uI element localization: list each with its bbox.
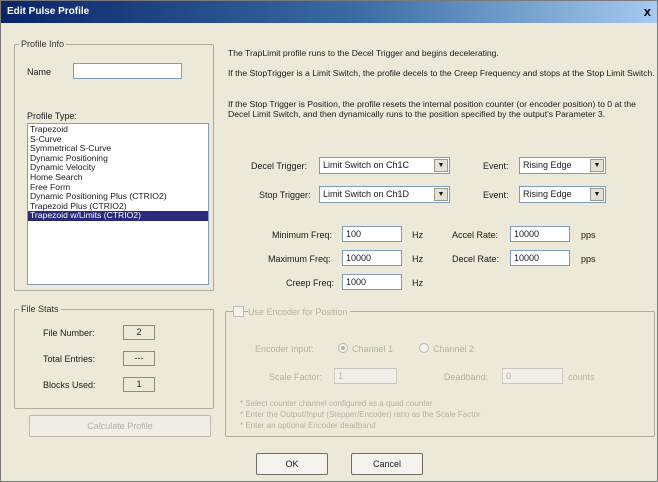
scale-factor-label: Scale Factor: [269,372,323,382]
max-freq-input[interactable]: 10000 [342,250,402,266]
decel-trigger-label: Decel Trigger: [251,161,308,171]
ok-button[interactable]: OK [256,453,328,475]
stop-event-label: Event: [483,190,509,200]
chevron-down-icon[interactable]: ▼ [434,159,448,172]
channel2-label: Channel 2 [433,344,475,354]
channel1-label: Channel 1 [352,344,394,354]
encoder-note-3: * Enter an optional Encoder deadband [240,421,376,430]
total-entries-value: --- [123,351,155,366]
decel-trigger-select[interactable]: Limit Switch on Ch1C ▼ [319,157,450,174]
creep-freq-label: Creep Freq: [286,278,335,288]
profile-info-legend: Profile Info [21,39,65,49]
encoder-note-1: * Select counter channel configured as a… [240,399,433,408]
min-freq-label: Minimum Freq: [272,230,333,240]
window-title: Edit Pulse Profile [7,6,90,17]
chevron-down-icon[interactable]: ▼ [434,188,448,201]
accel-rate-input[interactable]: 10000 [510,226,570,242]
name-input[interactable] [73,63,182,79]
title-bar[interactable]: Edit Pulse Profile x [1,1,657,23]
calculate-profile-button[interactable]: Calculate Profile [29,415,211,437]
scale-factor-input[interactable]: 1 [334,368,397,384]
decel-event-value: Rising Edge [523,160,572,170]
channel1-radio[interactable] [338,343,348,353]
decel-rate-unit: pps [581,254,596,264]
profile-type-label: Profile Type: [27,111,77,121]
chevron-down-icon[interactable]: ▼ [590,159,604,172]
stop-trigger-label: Stop Trigger: [259,190,311,200]
creep-freq-unit: Hz [412,278,423,288]
decel-rate-label: Decel Rate: [452,254,500,264]
decel-event-label: Event: [483,161,509,171]
accel-rate-label: Accel Rate: [452,230,499,240]
stop-event-value: Rising Edge [523,189,572,199]
decel-event-select[interactable]: Rising Edge ▼ [519,157,606,174]
min-freq-unit: Hz [412,230,423,240]
stop-trigger-select[interactable]: Limit Switch on Ch1D ▼ [319,186,450,203]
creep-freq-input[interactable]: 1000 [342,274,402,290]
encoder-input-label: Encoder Input: [255,344,314,354]
deadband-input[interactable]: 0 [502,368,563,384]
file-number-label: File Number: [43,328,95,338]
max-freq-label: Maximum Freq: [268,254,331,264]
edit-pulse-profile-dialog: Edit Pulse Profile x Profile Info Name P… [0,0,658,482]
list-item-selected[interactable]: Trapezoid w/Limits (CTRIO2) [28,211,208,221]
deadband-unit: counts [568,372,595,382]
use-encoder-checkbox[interactable] [233,306,244,317]
stop-trigger-value: Limit Switch on Ch1D [323,189,410,199]
blocks-used-value: 1 [123,377,155,392]
chevron-down-icon[interactable]: ▼ [590,188,604,201]
description-line-2: If the StopTrigger is a Limit Switch, th… [228,68,655,78]
min-freq-input[interactable]: 100 [342,226,402,242]
accel-rate-unit: pps [581,230,596,240]
total-entries-label: Total Entries: [43,354,96,364]
use-encoder-label: Use Encoder for Position [248,307,350,317]
profile-type-list[interactable]: Trapezoid S-Curve Symmetrical S-Curve Dy… [27,123,209,285]
encoder-note-2: * Enter the Output/Input (Stepper/Encode… [240,410,481,419]
description-line-1: The TrapLimit profile runs to the Decel … [228,48,499,58]
blocks-used-label: Blocks Used: [43,380,96,390]
deadband-label: Deadband: [444,372,489,382]
decel-rate-input[interactable]: 10000 [510,250,570,266]
file-stats-legend: File Stats [21,304,59,314]
max-freq-unit: Hz [412,254,423,264]
decel-trigger-value: Limit Switch on Ch1C [323,160,410,170]
name-label: Name [27,67,52,77]
stop-event-select[interactable]: Rising Edge ▼ [519,186,606,203]
close-icon[interactable]: x [644,4,651,19]
cancel-button[interactable]: Cancel [351,453,423,475]
file-number-value: 2 [123,325,155,340]
description-line-3: If the Stop Trigger is Position, the pro… [228,99,636,119]
channel2-radio[interactable] [419,343,429,353]
